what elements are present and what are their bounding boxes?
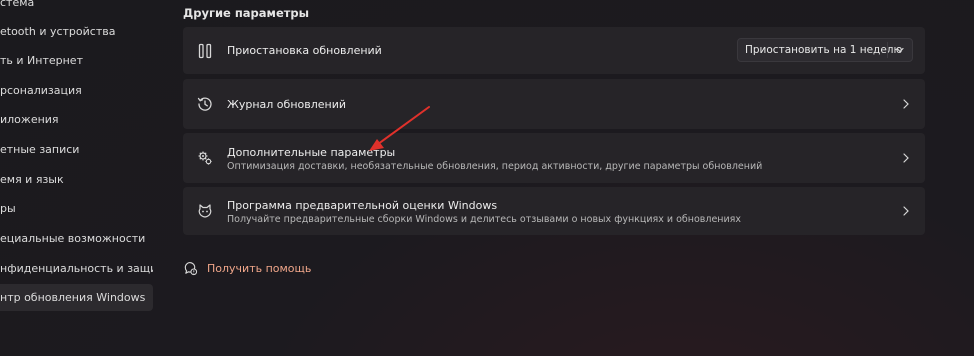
sidebar-item-label: емя и язык — [0, 173, 64, 186]
chevron-down-icon — [896, 47, 904, 53]
sidebar-item-label: етные записи — [0, 143, 80, 156]
advanced-options-card[interactable]: Дополнительные параметры Оптимизация дос… — [183, 133, 925, 183]
sidebar-item-label: нфиденциальность и защита — [0, 262, 153, 275]
history-icon — [197, 97, 212, 111]
pause-icon — [198, 43, 212, 58]
sidebar-item-network[interactable]: ть и Интернет — [0, 47, 153, 75]
section-title: Другие параметры — [183, 6, 310, 20]
sidebar-item-apps[interactable]: иложения — [0, 106, 153, 134]
sidebar-item-privacy[interactable]: нфиденциальность и защита — [0, 255, 153, 283]
sidebar-item-label: иложения — [0, 113, 59, 126]
pause-duration-value: Приостановить на 1 неделю — [745, 44, 903, 56]
sidebar-item-time-language[interactable]: емя и язык — [0, 166, 153, 194]
chevron-right-icon — [903, 153, 909, 163]
pause-updates-title: Приостановка обновлений — [227, 44, 382, 57]
insider-program-card[interactable]: Программа предварительной оценки Windows… — [183, 187, 925, 235]
insider-cat-icon — [198, 204, 212, 218]
sidebar-item-windows-update[interactable]: нтр обновления Windows — [0, 284, 153, 311]
get-help-label: Получить помощь — [207, 262, 312, 275]
sidebar-item-system[interactable]: стема — [0, 0, 153, 17]
sidebar-item-personalization[interactable]: рсонализация — [0, 77, 153, 105]
sidebar-item-accounts[interactable]: етные записи — [0, 136, 153, 164]
annotation-arrow — [369, 106, 430, 151]
sidebar-item-bluetooth[interactable]: etooth и устройства — [0, 18, 153, 46]
update-history-title: Журнал обновлений — [227, 98, 347, 111]
update-history-card[interactable]: Журнал обновлений — [183, 79, 925, 129]
chevron-right-icon — [903, 99, 909, 109]
sidebar-item-label: рсонализация — [0, 84, 82, 97]
sidebar-item-label: ть и Интернет — [0, 54, 83, 67]
dropdown-separator — [887, 42, 888, 58]
sidebar-item-gaming[interactable]: ры — [0, 195, 153, 223]
gears-icon — [198, 151, 212, 165]
insider-program-title: Программа предварительной оценки Windows — [227, 199, 498, 212]
chevron-right-icon — [903, 206, 909, 216]
advanced-options-subtitle: Оптимизация доставки, необязательные обн… — [227, 161, 763, 172]
sidebar-item-label: ры — [0, 202, 16, 215]
sidebar-item-label: etooth и устройства — [0, 25, 116, 38]
pause-duration-dropdown[interactable]: Приостановить на 1 неделю — [737, 38, 913, 62]
insider-program-subtitle: Получайте предварительные сборки Windows… — [227, 214, 742, 225]
help-icon — [184, 262, 198, 276]
sidebar: стема etooth и устройства ть и Интернет … — [0, 0, 160, 356]
sidebar-item-label: нтр обновления Windows — [0, 291, 146, 304]
sidebar-item-accessibility[interactable]: ециальные возможности — [0, 225, 153, 253]
pause-updates-card: Приостановка обновлений Приостановить на… — [183, 27, 925, 74]
sidebar-item-label: стема — [0, 0, 35, 9]
sidebar-item-label: ециальные возможности — [0, 232, 146, 245]
